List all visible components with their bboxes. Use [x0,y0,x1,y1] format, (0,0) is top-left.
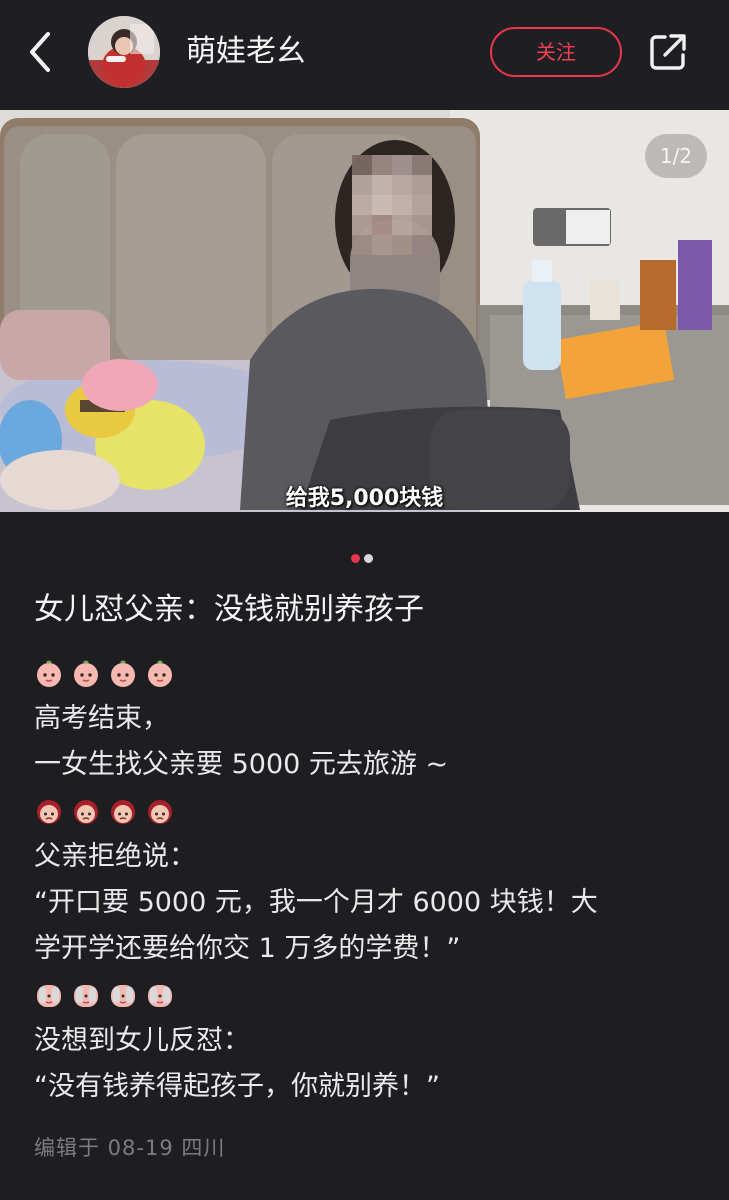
post-body: 高考结束， 一女生找父亲要 5000 元去旅游 ~ 父亲拒绝说： “开口要 50… [34,650,694,1110]
image-counter: 1/2 [645,134,707,178]
angry-girl-emoji [74,800,98,824]
peach-face-emoji [74,660,98,687]
facepalm-emoji [111,985,135,1007]
facepalm-emoji [148,985,172,1007]
dot-inactive[interactable] [364,554,373,563]
post-meta: 编辑于 08-19 四川 [34,1136,226,1160]
post-image-carousel[interactable]: 1/2 给我5,000块钱 [0,110,729,512]
post-line: 一女生找父亲要 5000 元去旅游 ~ [34,749,449,780]
peach-face-emoji [111,660,135,687]
back-button[interactable] [22,30,62,74]
angry-girl-emoji [37,800,61,824]
top-bar: 萌娃老幺 关注 [0,0,729,108]
angry-girl-emoji [111,800,135,824]
author-name[interactable]: 萌娃老幺 [186,32,306,72]
emoji-row-facepalm [34,972,694,1018]
post-line: “没有钱养得起孩子，你就别养！” [34,1071,440,1102]
post-title: 女儿怼父亲：没钱就别养孩子 [34,592,424,627]
post-line: “开口要 5000 元，我一个月才 6000 块钱！大 [34,887,598,918]
peach-face-emoji [37,660,61,687]
share-external-icon [650,34,686,70]
post-line: 没想到女儿反怼： [34,1025,250,1056]
facepalm-emoji [74,985,98,1007]
emoji-row-angry [34,788,694,834]
post-line: 学开学还要给你交 1 万多的学费！” [34,933,461,964]
dot-active[interactable] [351,554,360,563]
share-button[interactable] [648,32,688,72]
post-line: 父亲拒绝说： [34,841,196,872]
follow-button[interactable]: 关注 [490,27,622,77]
video-subtitle: 给我5,000块钱 [285,486,444,511]
peach-face-emoji [148,660,172,687]
facepalm-emoji [37,985,61,1007]
chevron-left-icon [30,32,50,72]
post-line: 高考结束， [34,703,169,734]
angry-girl-emoji [148,800,172,824]
post-photo [0,110,729,512]
emoji-row-peach [34,650,694,696]
carousel-indicator [351,548,377,563]
author-avatar[interactable] [88,16,160,88]
